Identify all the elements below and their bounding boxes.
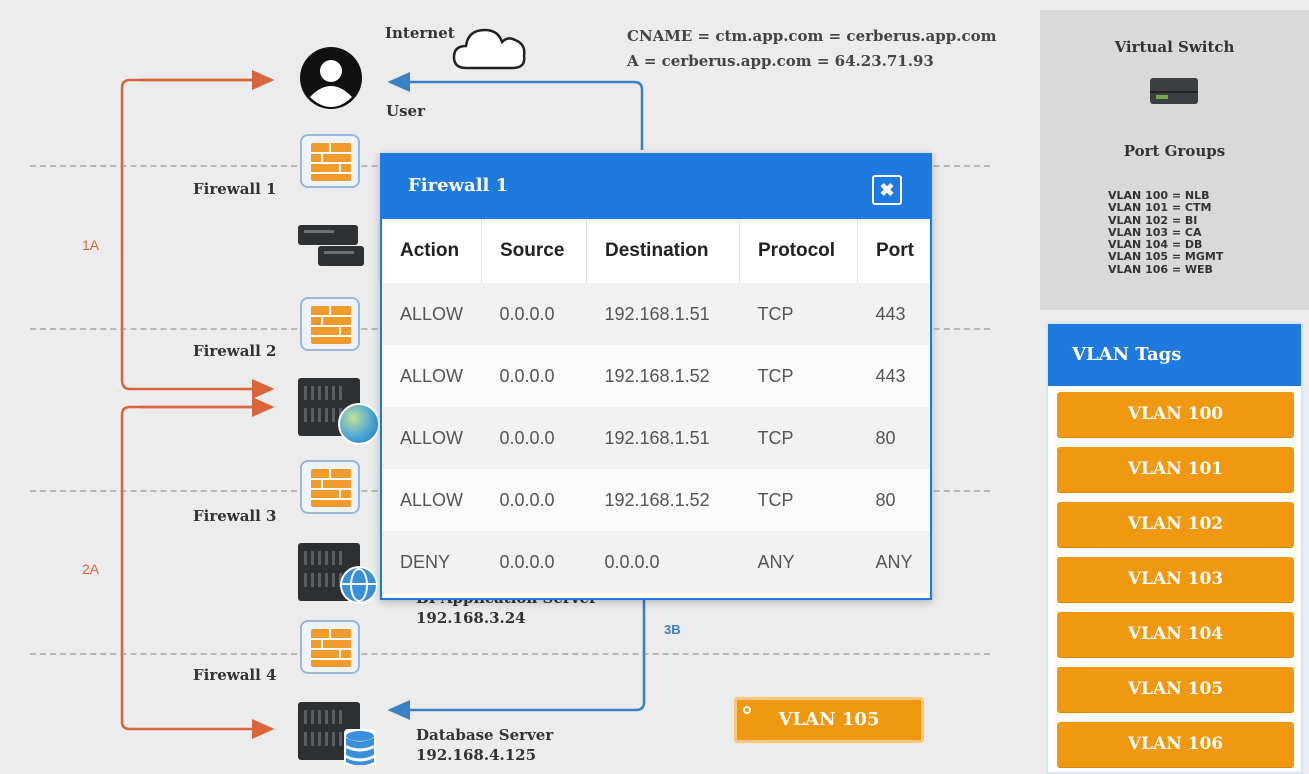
port-groups-title: Port Groups: [1123, 142, 1226, 160]
cloud-icon: [452, 28, 526, 70]
placed-vlan-tag[interactable]: VLAN 105: [734, 697, 924, 743]
dns-cname: CNAME = ctm.app.com = cerberus.app.com: [627, 27, 997, 45]
network-diagram: 1A 2A 3B Internet User CNAME = ctm.app.c…: [0, 0, 1040, 774]
modal-title: Firewall 1: [408, 175, 509, 196]
cell-port: 80: [857, 407, 930, 469]
firewall-2-label: Firewall 2: [193, 342, 277, 360]
vlan-tag-101[interactable]: VLAN 101: [1057, 447, 1294, 492]
cell-destination: 0.0.0.0: [586, 531, 740, 593]
port-group-item: VLAN 106 = WEB: [1108, 262, 1213, 276]
switch-icon[interactable]: [318, 246, 364, 266]
table-row[interactable]: DENY 0.0.0.0 0.0.0.0 ANY ANY: [382, 531, 930, 593]
database-icon: [344, 729, 376, 765]
table-row[interactable]: ALLOW 0.0.0.0 192.168.1.51 TCP 443: [382, 283, 930, 345]
column-header-destination: Destination: [586, 219, 740, 283]
firewall-4-label: Firewall 4: [193, 666, 277, 684]
cell-action: ALLOW: [382, 469, 482, 531]
cell-source: 0.0.0.0: [481, 345, 587, 407]
cell-protocol: TCP: [739, 345, 858, 407]
table-row[interactable]: ALLOW 0.0.0.0 192.168.1.52 TCP 80: [382, 469, 930, 531]
cell-source: 0.0.0.0: [481, 283, 587, 345]
cell-destination: 192.168.1.52: [586, 469, 740, 531]
cell-port: 443: [857, 283, 930, 345]
internet-label: Internet: [385, 24, 455, 42]
placed-vlan-tag-label: VLAN 105: [778, 709, 880, 730]
column-header-action: Action: [382, 219, 482, 283]
firewall-rules-table: Action Source Destination Protocol Port …: [382, 219, 930, 593]
cell-protocol: TCP: [739, 407, 858, 469]
cell-source: 0.0.0.0: [481, 407, 587, 469]
cell-action: ALLOW: [382, 283, 482, 345]
path-3b-label: 3B: [664, 622, 681, 637]
cell-protocol: TCP: [739, 469, 858, 531]
globe-icon: [340, 566, 378, 604]
globe-icon: [338, 403, 380, 445]
firewall-3-label: Firewall 3: [193, 507, 277, 525]
column-header-protocol: Protocol: [739, 219, 858, 283]
firewall-3-icon[interactable]: [300, 460, 360, 514]
table-row[interactable]: ALLOW 0.0.0.0 192.168.1.52 TCP 443: [382, 345, 930, 407]
vlan-tag-100[interactable]: VLAN 100: [1057, 392, 1294, 437]
dns-a-record: A = cerberus.app.com = 64.23.71.93: [627, 52, 934, 70]
cell-action: DENY: [382, 531, 482, 593]
cell-action: ALLOW: [382, 407, 482, 469]
db-server-label: Database Server 192.168.4.125: [416, 725, 553, 765]
path-3b-line: [387, 72, 644, 150]
vlan-tags-title: VLAN Tags: [1048, 324, 1301, 386]
dns-records: CNAME = ctm.app.com = cerberus.app.com A…: [627, 24, 996, 74]
cell-protocol: ANY: [739, 531, 858, 593]
cell-destination: 192.168.1.51: [586, 407, 740, 469]
db-server-ip: 192.168.4.125: [416, 746, 537, 764]
firewall-1-icon[interactable]: [300, 134, 360, 188]
path-2a-label: 2A: [82, 561, 100, 577]
cell-destination: 192.168.1.51: [586, 283, 740, 345]
firewall-rules-modal: Firewall 1 ✖ Action Source Destination P…: [380, 153, 932, 600]
vlan-tag-102[interactable]: VLAN 102: [1057, 502, 1294, 547]
vlan-tags-panel: VLAN Tags VLAN 100 VLAN 101 VLAN 102 VLA…: [1046, 322, 1303, 774]
firewall-2-icon[interactable]: [300, 297, 360, 351]
column-header-source: Source: [481, 219, 587, 283]
column-header-port: Port: [876, 240, 914, 261]
table-row[interactable]: ALLOW 0.0.0.0 192.168.1.51 TCP 80: [382, 407, 930, 469]
vlan-tag-105[interactable]: VLAN 105: [1057, 667, 1294, 712]
switch-icon: [1150, 78, 1198, 104]
port-group-item: VLAN 105 = MGMT: [1108, 250, 1224, 264]
vlan-tag-106[interactable]: VLAN 106: [1057, 722, 1294, 767]
switch-icon[interactable]: [298, 225, 358, 245]
cell-source: 0.0.0.0: [481, 531, 587, 593]
vlan-tag-103[interactable]: VLAN 103: [1057, 557, 1294, 602]
tag-ring-icon: [743, 706, 751, 714]
firewall-4-icon[interactable]: [300, 620, 360, 674]
firewall-1-label: Firewall 1: [193, 180, 277, 198]
db-server-name: Database Server: [416, 726, 554, 744]
vlan-tag-104[interactable]: VLAN 104: [1057, 612, 1294, 657]
user-icon: [300, 47, 362, 109]
port-groups-list: VLAN 100 = NLB VLAN 101 = CTM VLAN 102 =…: [1108, 189, 1224, 276]
cell-action: ALLOW: [382, 345, 482, 407]
cell-protocol: TCP: [739, 283, 858, 345]
cell-source: 0.0.0.0: [481, 469, 587, 531]
port-group-item: VLAN 101 = CTM: [1108, 201, 1212, 215]
user-label: User: [386, 102, 425, 120]
cell-port: 80: [857, 469, 930, 531]
close-icon[interactable]: ✖: [872, 175, 902, 205]
path-1a-label: 1A: [82, 237, 100, 253]
cell-port: 443: [857, 345, 930, 407]
bi-server-ip: 192.168.3.24: [416, 609, 526, 627]
modal-header: Firewall 1 ✖: [382, 155, 930, 219]
cell-port: ANY: [857, 531, 930, 593]
table-header-row: Action Source Destination Protocol Port: [382, 219, 930, 283]
cell-destination: 192.168.1.52: [586, 345, 740, 407]
virtual-switch-title: Virtual Switch: [1114, 38, 1235, 56]
virtual-switch-panel: Virtual Switch Port Groups VLAN 100 = NL…: [1040, 10, 1309, 310]
